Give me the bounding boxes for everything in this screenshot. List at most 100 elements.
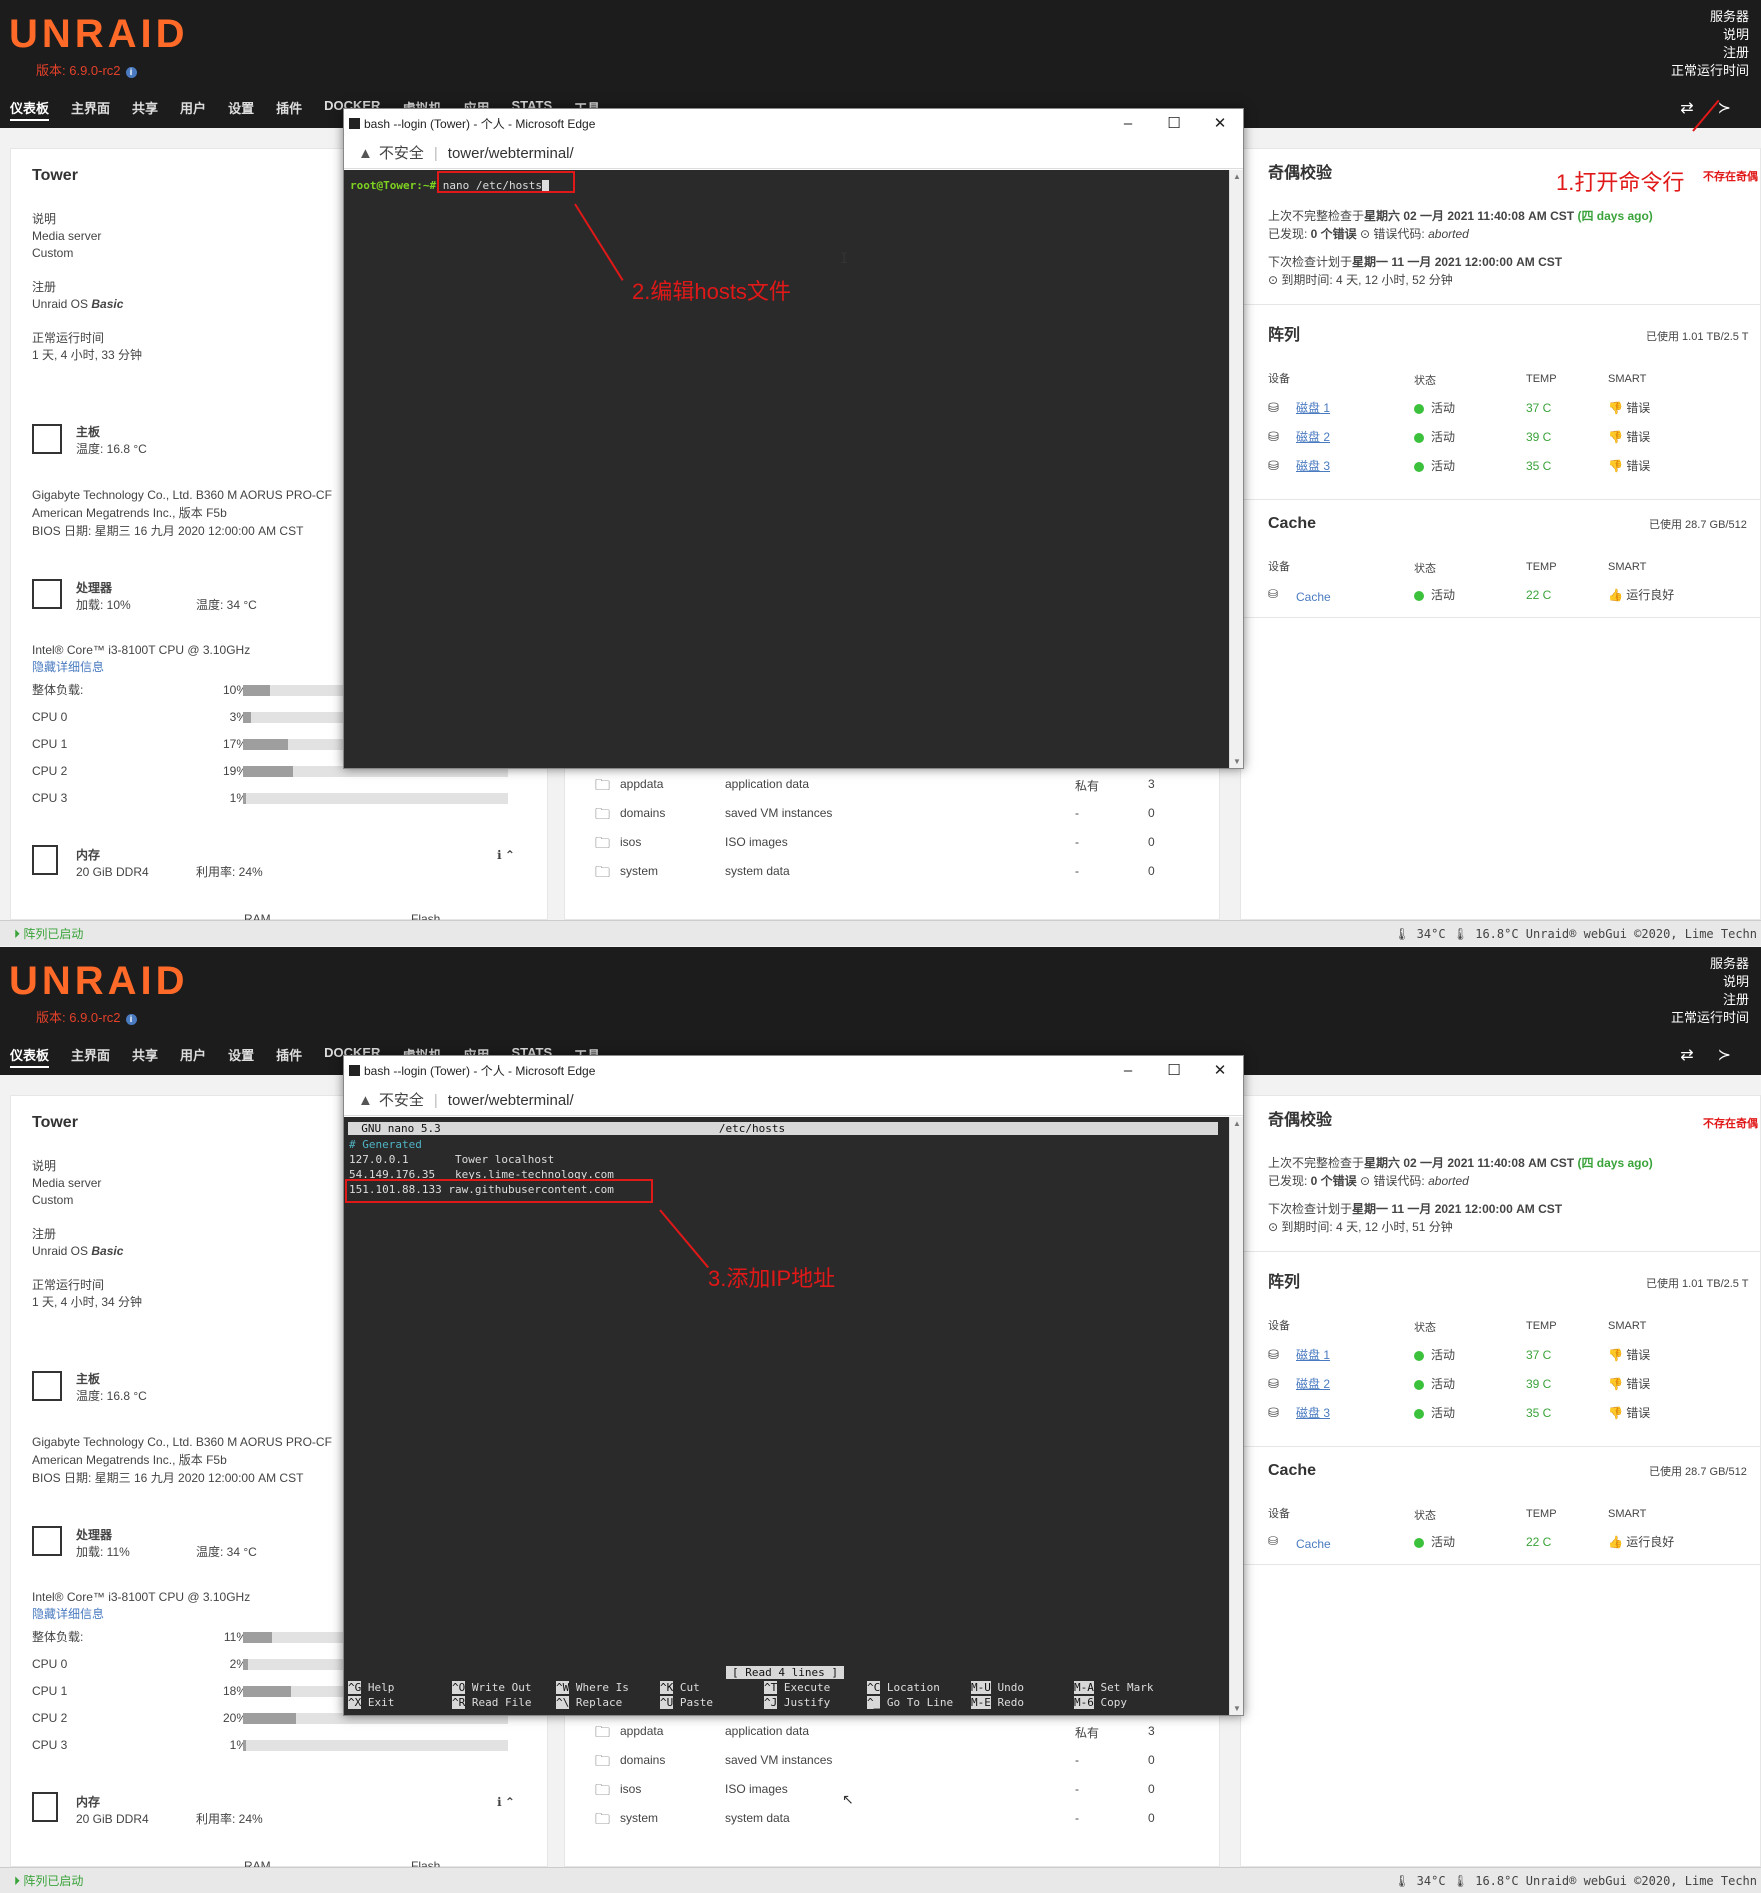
hide-details-link[interactable]: 隐藏详细信息 xyxy=(32,659,104,676)
cache-smart: 👍 运行良好 xyxy=(1608,588,1675,602)
share-security: - xyxy=(1075,1753,1079,1767)
maximize-button[interactable]: ☐ xyxy=(1151,109,1197,139)
status-panel: 奇偶校验 不存在奇偶 上次不完整检查于星期六 02 一月 2021 11:40:… xyxy=(1240,1095,1761,1867)
motherboard-icon xyxy=(32,424,62,454)
share-link[interactable]: system xyxy=(620,1811,658,1825)
cache-icon: ⛁ xyxy=(1268,1534,1279,1548)
minimize-button[interactable]: – xyxy=(1105,109,1151,139)
disk-smart: 👎 错误 xyxy=(1608,1348,1651,1362)
col-state: 状态 xyxy=(1414,1322,1436,1334)
share-link[interactable]: appdata xyxy=(620,1724,663,1738)
terminal-scrollbar[interactable]: ▲ ▼ xyxy=(1229,170,1243,768)
version-label: 版本: 6.9.0-rc2 i xyxy=(36,1007,137,1026)
disk-link[interactable]: 磁盘 1 xyxy=(1296,400,1330,417)
nano-shortcut: ^O Write Out xyxy=(452,1681,532,1694)
cpu-load: 加载: 10% xyxy=(76,598,131,612)
disk-link[interactable]: 磁盘 1 xyxy=(1296,1347,1330,1364)
disk-link[interactable]: 磁盘 2 xyxy=(1296,429,1330,446)
nav-tab[interactable]: 共享 xyxy=(132,98,158,121)
array-title: 阵列 xyxy=(1268,1274,1301,1291)
share-link[interactable]: isos xyxy=(620,1782,641,1796)
share-link[interactable]: isos xyxy=(620,835,641,849)
unraid-logo[interactable]: UNRAID xyxy=(9,961,189,1001)
mem-label: 内存 xyxy=(76,848,101,862)
terminal-icon[interactable]: ≻ xyxy=(1718,1045,1731,1065)
cache-temp: 22 C xyxy=(1526,1535,1552,1549)
terminal-scrollbar[interactable]: ▲ ▼ xyxy=(1229,1117,1243,1715)
mem-info-icon[interactable]: ℹ ⌃ xyxy=(497,847,515,864)
edge-terminal-window[interactable]: bash --login (Tower) - 个人 - Microsoft Ed… xyxy=(343,1055,1244,1716)
server-info: 服务器 说明 注册 正常运行时间 xyxy=(1671,8,1749,80)
minimize-button[interactable]: – xyxy=(1105,1056,1151,1086)
mem-label: 内存 xyxy=(76,1795,101,1809)
cpu-load: 加载: 11% xyxy=(76,1545,130,1559)
window-titlebar[interactable]: bash --login (Tower) - 个人 - Microsoft Ed… xyxy=(344,109,1243,139)
disk-state: 活动 xyxy=(1414,1347,1455,1364)
nano-shortcut: ^W Where Is xyxy=(556,1681,629,1694)
cache-link[interactable]: Cache xyxy=(1296,1536,1331,1553)
server-info-label: 说明 xyxy=(1722,974,1749,989)
terminal-icon[interactable]: ≻ xyxy=(1718,98,1731,118)
nav-tab[interactable]: 插件 xyxy=(276,98,302,121)
info-icon[interactable]: i xyxy=(125,1014,137,1025)
nav-tab[interactable]: 设置 xyxy=(228,1045,254,1068)
nano-shortcut: ^K Cut xyxy=(660,1681,700,1694)
col-temp: TEMP xyxy=(1526,1320,1557,1332)
window-titlebar[interactable]: bash --login (Tower) - 个人 - Microsoft Ed… xyxy=(344,1056,1243,1086)
share-link[interactable]: appdata xyxy=(620,777,663,791)
address-bar[interactable]: ▲ 不安全 | tower/webterminal/ xyxy=(344,1086,1243,1116)
edge-terminal-window[interactable]: bash --login (Tower) - 个人 - Microsoft Ed… xyxy=(343,108,1244,769)
nav-tab[interactable]: 共享 xyxy=(132,1045,158,1068)
close-button[interactable]: ✕ xyxy=(1197,109,1243,139)
desc-value: Media server xyxy=(32,1176,102,1190)
terminal-screen[interactable]: GNU nano 5.3 /etc/hosts # Generated 127.0.… xyxy=(344,1117,1231,1715)
server-info-label: 说明 xyxy=(1722,27,1749,42)
nav-tab[interactable]: 用户 xyxy=(180,1045,206,1068)
address-bar[interactable]: ▲ 不安全 | tower/webterminal/ xyxy=(344,139,1243,169)
mem-info-icon[interactable]: ℹ ⌃ xyxy=(497,1794,515,1811)
folder-icon: 🗀 xyxy=(595,1724,611,1741)
nano-shortcut: M-E Redo xyxy=(971,1696,1024,1709)
feedback-icon[interactable]: ⇄ xyxy=(1680,98,1693,118)
share-link[interactable]: domains xyxy=(620,1753,665,1767)
col-smart: SMART xyxy=(1608,561,1647,573)
disk-link[interactable]: 磁盘 3 xyxy=(1296,1405,1330,1422)
col-device: 设备 xyxy=(1268,1508,1290,1520)
hide-details-link[interactable]: 隐藏详细信息 xyxy=(32,1606,104,1623)
disk-link[interactable]: 磁盘 2 xyxy=(1296,1376,1330,1393)
expire: ⊙ 到期时间: 4 天, 12 小时, 52 分钟 xyxy=(1268,273,1453,287)
share-link[interactable]: domains xyxy=(620,806,665,820)
thumbs-down-icon: 👎 xyxy=(1608,401,1623,415)
highlight-box xyxy=(345,1179,653,1203)
cache-link[interactable]: Cache xyxy=(1296,589,1331,606)
disk-temp: 35 C xyxy=(1526,459,1552,473)
nav-tab[interactable]: 设置 xyxy=(228,98,254,121)
disk-state: 活动 xyxy=(1414,1376,1455,1393)
mb-bios-date: BIOS 日期: 星期三 16 九月 2020 12:00:00 AM CST xyxy=(32,1471,304,1485)
disk-icon: ⛁ xyxy=(1268,1376,1279,1391)
maximize-button[interactable]: ☐ xyxy=(1151,1056,1197,1086)
nav-tab[interactable]: 主界面 xyxy=(71,1045,110,1068)
info-icon[interactable]: i xyxy=(125,67,137,78)
feedback-icon[interactable]: ⇄ xyxy=(1680,1045,1693,1065)
share-link[interactable]: system xyxy=(620,864,658,878)
nav-tab[interactable]: 主界面 xyxy=(71,98,110,121)
disk-smart: 👎 错误 xyxy=(1608,401,1651,415)
close-button[interactable]: ✕ xyxy=(1197,1056,1243,1086)
nav-tab[interactable]: 用户 xyxy=(180,98,206,121)
cpu-temp: 温度: 34 °C xyxy=(196,598,257,612)
memory-icon xyxy=(32,1792,58,1822)
cpu-core-label: CPU 1 xyxy=(32,737,68,751)
text-cursor-icon: I xyxy=(840,251,849,267)
mb-bios-date: BIOS 日期: 星期三 16 九月 2020 12:00:00 AM CST xyxy=(32,524,304,538)
folder-icon: 🗀 xyxy=(595,777,611,794)
nav-tab[interactable]: 插件 xyxy=(276,1045,302,1068)
nano-shortcut: ^R Read File xyxy=(452,1696,532,1709)
nano-shortcut: ^G Help xyxy=(348,1681,395,1694)
terminal-screen[interactable]: root@Tower:~# nano /etc/hosts I xyxy=(344,170,1231,768)
mb-label: 主板 xyxy=(76,425,101,439)
nav-tab[interactable]: 仪表板 xyxy=(10,98,50,121)
unraid-logo[interactable]: UNRAID xyxy=(9,14,189,54)
disk-link[interactable]: 磁盘 3 xyxy=(1296,458,1330,475)
nav-tab[interactable]: 仪表板 xyxy=(10,1045,50,1068)
